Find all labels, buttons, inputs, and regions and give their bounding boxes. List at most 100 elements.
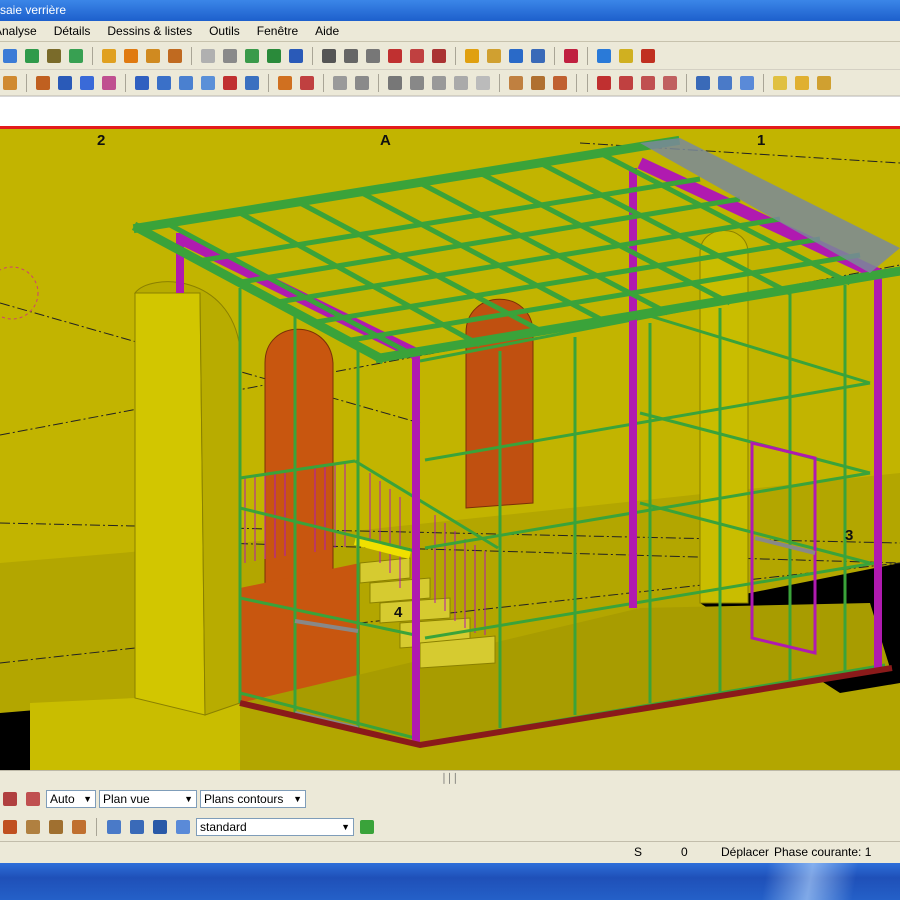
- flat-icon[interactable]: [407, 73, 427, 93]
- surface-icon[interactable]: [473, 73, 493, 93]
- weld-icon[interactable]: [198, 46, 218, 66]
- column-icon[interactable]: [0, 73, 20, 93]
- snap-free-icon[interactable]: [173, 817, 193, 837]
- drawing-icon[interactable]: [594, 73, 614, 93]
- snap-end-icon[interactable]: [132, 73, 152, 93]
- model-viewport[interactable]: 2 A 1 3 4: [0, 126, 900, 773]
- profile-icon[interactable]: [165, 46, 185, 66]
- select-all-icon[interactable]: [0, 817, 20, 837]
- snap-near-icon[interactable]: [220, 73, 240, 93]
- menu-aide[interactable]: Aide: [306, 21, 347, 41]
- menu-dessins-listes[interactable]: Dessins & listes: [98, 21, 200, 41]
- drawing-assembly-icon[interactable]: [616, 73, 636, 93]
- splitter-grip[interactable]: │││: [0, 770, 900, 785]
- pipe-icon[interactable]: [385, 73, 405, 93]
- view-options-bar: Auto ▼ Plan vue ▼ Plans contours ▼: [0, 785, 900, 814]
- arc-icon[interactable]: [407, 46, 427, 66]
- filter-icon[interactable]: [23, 789, 43, 809]
- layout-icon[interactable]: [528, 46, 548, 66]
- auto-select-value: Auto: [50, 792, 75, 806]
- menu-details[interactable]: Détails: [45, 21, 99, 41]
- angle-icon[interactable]: [363, 46, 383, 66]
- cut-part-icon[interactable]: [506, 73, 526, 93]
- edit-icon[interactable]: [616, 46, 636, 66]
- select-parts-icon[interactable]: [23, 817, 43, 837]
- beam-icon[interactable]: [264, 46, 284, 66]
- auto-select[interactable]: Auto ▼: [46, 790, 96, 808]
- open-icon[interactable]: [0, 46, 20, 66]
- settings-icon[interactable]: [357, 817, 377, 837]
- snap-geom-icon[interactable]: [150, 817, 170, 837]
- panel-icon[interactable]: [99, 73, 119, 93]
- chamfer-icon[interactable]: [550, 73, 570, 93]
- dimension-icon[interactable]: [319, 46, 339, 66]
- angle-section-icon[interactable]: [429, 73, 449, 93]
- part-icon[interactable]: [121, 46, 141, 66]
- toolbar-separator: [587, 46, 588, 65]
- menu-analyse[interactable]: Analyse: [0, 21, 45, 41]
- model-3d-view[interactable]: [0, 129, 900, 773]
- snap-any-icon[interactable]: [242, 73, 262, 93]
- list-icon[interactable]: [693, 73, 713, 93]
- snap-line-icon[interactable]: [275, 73, 295, 93]
- toolbar-separator: [576, 73, 577, 92]
- grid-label-right: 1: [757, 132, 766, 149]
- render-icon[interactable]: [506, 46, 526, 66]
- report-list-icon[interactable]: [715, 73, 735, 93]
- drawing-part-icon[interactable]: [638, 73, 658, 93]
- toolbar-separator: [26, 73, 27, 92]
- drawing-cast-icon[interactable]: [660, 73, 680, 93]
- measure-icon[interactable]: [341, 46, 361, 66]
- snap-grid-icon[interactable]: [104, 817, 124, 837]
- taskbar-glow: [700, 863, 900, 900]
- select-assembly-icon[interactable]: [46, 817, 66, 837]
- point-icon[interactable]: [385, 46, 405, 66]
- toolbar-separator: [96, 818, 97, 836]
- snap-ref-icon[interactable]: [127, 817, 147, 837]
- line-icon[interactable]: [429, 46, 449, 66]
- export-icon[interactable]: [737, 73, 757, 93]
- status-count: 0: [681, 845, 688, 859]
- grid-label-side: 3: [845, 527, 854, 544]
- post-icon[interactable]: [33, 73, 53, 93]
- plane-icon[interactable]: [330, 73, 350, 93]
- status-s: S: [634, 845, 643, 859]
- view-icon[interactable]: [484, 46, 504, 66]
- toolbar-separator: [323, 73, 324, 92]
- brace-icon[interactable]: [55, 73, 75, 93]
- grid-label-left: 2: [97, 132, 106, 149]
- view-plane-select[interactable]: Plan vue ▼: [99, 790, 197, 808]
- menu-fenetre[interactable]: Fenêtre: [248, 21, 306, 41]
- snap-center-icon[interactable]: [297, 73, 317, 93]
- model-icon[interactable]: [561, 46, 581, 66]
- snap-icon[interactable]: [462, 46, 482, 66]
- folder-icon[interactable]: [770, 73, 790, 93]
- slab-icon[interactable]: [77, 73, 97, 93]
- select-icon[interactable]: [0, 789, 20, 809]
- folder-open-icon[interactable]: [792, 73, 812, 93]
- cut-icon[interactable]: [44, 46, 64, 66]
- folder-save-icon[interactable]: [814, 73, 834, 93]
- plate-icon[interactable]: [242, 46, 262, 66]
- contour-plane-select[interactable]: Plans contours ▼: [200, 790, 306, 808]
- menu-outils[interactable]: Outils: [200, 21, 248, 41]
- select-object-icon[interactable]: [69, 817, 89, 837]
- save-icon[interactable]: [22, 46, 42, 66]
- snap-mid-icon[interactable]: [154, 73, 174, 93]
- assembly-icon[interactable]: [143, 46, 163, 66]
- eraser-icon[interactable]: [451, 73, 471, 93]
- main-toolbar: [0, 42, 900, 70]
- toolbar-separator: [686, 73, 687, 92]
- grid-label-inner: 4: [394, 604, 403, 621]
- standard-select[interactable]: standard ▼: [196, 818, 354, 836]
- component-icon[interactable]: [99, 46, 119, 66]
- bolt-icon[interactable]: [220, 46, 240, 66]
- snap-perp-icon[interactable]: [176, 73, 196, 93]
- fit-icon[interactable]: [528, 73, 548, 93]
- next-icon[interactable]: [594, 46, 614, 66]
- snap-intersect-icon[interactable]: [198, 73, 218, 93]
- report-icon[interactable]: [638, 46, 658, 66]
- info-icon[interactable]: [286, 46, 306, 66]
- workplane-icon[interactable]: [352, 73, 372, 93]
- copy-icon[interactable]: [66, 46, 86, 66]
